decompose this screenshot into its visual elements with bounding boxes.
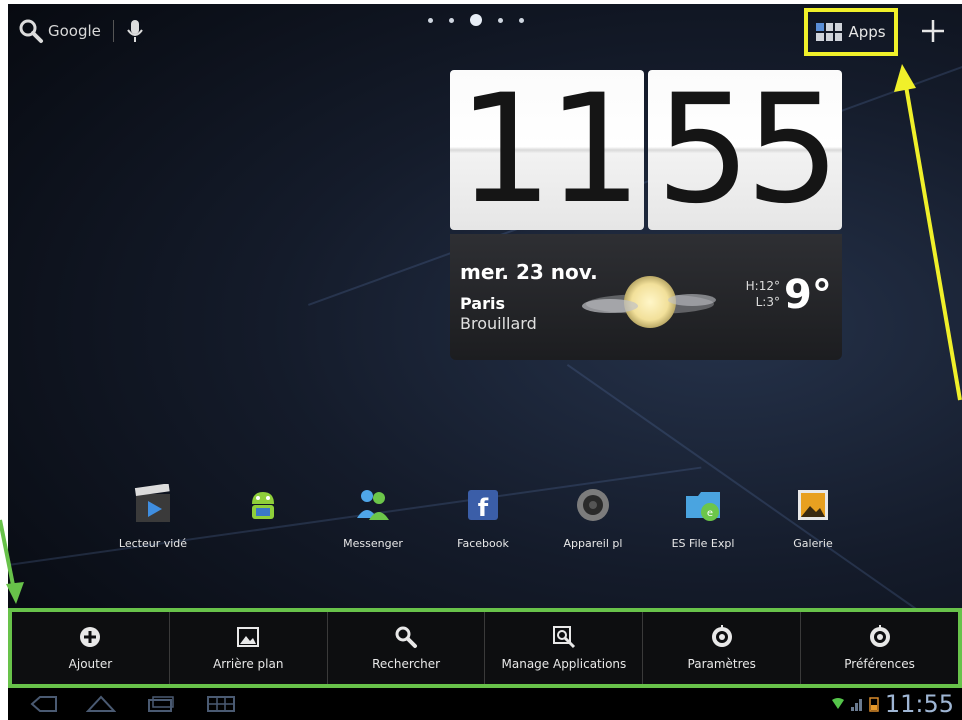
app-label: ES File Expl [671, 537, 735, 550]
current-temperature: 9° [784, 272, 832, 318]
menu-item-label: Manage Applications [501, 657, 627, 671]
high-low-temps: H:12° L:3° [740, 278, 780, 310]
plus-circle-icon [80, 627, 101, 647]
low-temp: L:3° [755, 295, 780, 309]
menu-icon[interactable] [206, 695, 236, 713]
settings-icon [711, 625, 732, 647]
app-label: Galerie [793, 537, 833, 550]
page-dot[interactable] [519, 17, 524, 23]
options-menu: Ajouter Arrière plan Rechercher Manage A… [8, 608, 962, 688]
video-player-icon [134, 483, 170, 522]
app-label: Appareil pl [563, 537, 623, 550]
preferences-icon [869, 625, 890, 647]
app-shortcuts: Lecteur vidé Messenger f Facebook Appare… [8, 483, 962, 564]
google-search-label: Google [48, 22, 101, 40]
system-bar: 11:55 [8, 688, 962, 720]
es-file-explorer-icon: e [686, 492, 720, 521]
svg-text:e: e [707, 508, 713, 519]
page-dot-active[interactable] [470, 14, 482, 26]
apps-label: Apps [848, 23, 886, 41]
menu-item-label: Préférences [844, 657, 915, 671]
page-indicator[interactable] [428, 14, 524, 26]
app-video-player[interactable]: Lecteur vidé [108, 483, 198, 550]
menu-item-label: Arrière plan [213, 657, 284, 671]
android-icon [252, 492, 274, 519]
apps-button[interactable]: Apps [804, 8, 898, 56]
app-camera[interactable]: Appareil pl [548, 484, 638, 550]
weather-condition: Brouillard [460, 314, 537, 333]
search-icon [19, 19, 43, 43]
city-label: Paris [460, 294, 505, 313]
search-icon [395, 626, 418, 648]
app-label: Lecteur vidé [118, 537, 188, 550]
page-dot[interactable] [498, 17, 503, 23]
menu-item-label: Rechercher [372, 657, 441, 671]
home-icon[interactable] [86, 695, 116, 713]
menu-item-add[interactable]: Ajouter [12, 612, 170, 684]
app-gallery[interactable]: Galerie [768, 484, 858, 550]
status-area: 11:55 [831, 688, 954, 720]
signal-icon [850, 699, 862, 711]
page-dot[interactable] [449, 17, 454, 23]
wallpaper-icon [237, 627, 260, 647]
menu-item-wallpaper[interactable]: Arrière plan [170, 612, 328, 684]
manage-apps-icon [552, 626, 575, 649]
app-android[interactable] [218, 484, 308, 537]
page-dot[interactable] [428, 17, 433, 23]
back-icon[interactable] [28, 695, 58, 713]
app-label: Messenger [343, 537, 403, 550]
apps-grid-icon [816, 23, 843, 41]
app-messenger[interactable]: Messenger [328, 484, 418, 550]
date-label: mer. 23 nov. [460, 260, 598, 284]
menu-item-label: Ajouter [68, 657, 113, 671]
add-icon[interactable] [920, 18, 946, 44]
status-time: 11:55 [884, 690, 954, 718]
menu-item-preferences[interactable]: Préférences [801, 612, 958, 684]
menu-item-search[interactable]: Rechercher [328, 612, 486, 684]
menu-item-settings[interactable]: Paramètres [643, 612, 802, 684]
menu-item-manage-applications[interactable]: Manage Applications [485, 612, 644, 684]
recent-apps-icon[interactable] [146, 695, 176, 713]
app-label: Facebook [457, 537, 509, 550]
clock-hours: 11 [450, 70, 644, 230]
high-temp: H:12° [745, 279, 780, 293]
fog-weather-icon [582, 276, 716, 328]
app-facebook[interactable]: f Facebook [438, 484, 528, 550]
facebook-icon: f [468, 490, 498, 522]
gallery-icon [798, 490, 828, 520]
battery-icon [869, 697, 879, 712]
wifi-icon [831, 698, 844, 709]
home-screen: Google Apps 11 55 mer. 23 nov. Paris Bro… [8, 4, 962, 720]
messenger-icon [357, 490, 389, 520]
divider [112, 20, 114, 42]
clock-minutes: 55 [648, 70, 842, 230]
svg-text:f: f [478, 494, 489, 522]
clock-weather-widget[interactable]: 11 55 mer. 23 nov. Paris Brouillard H:12… [450, 64, 842, 360]
menu-item-label: Paramètres [687, 657, 756, 671]
microphone-icon[interactable] [126, 18, 144, 44]
google-search-bar[interactable]: Google [18, 18, 144, 44]
app-es-file-explorer[interactable]: e ES File Expl [658, 484, 748, 550]
weather-panel: mer. 23 nov. Paris Brouillard H:12° L:3°… [450, 234, 842, 360]
camera-icon [577, 489, 609, 521]
